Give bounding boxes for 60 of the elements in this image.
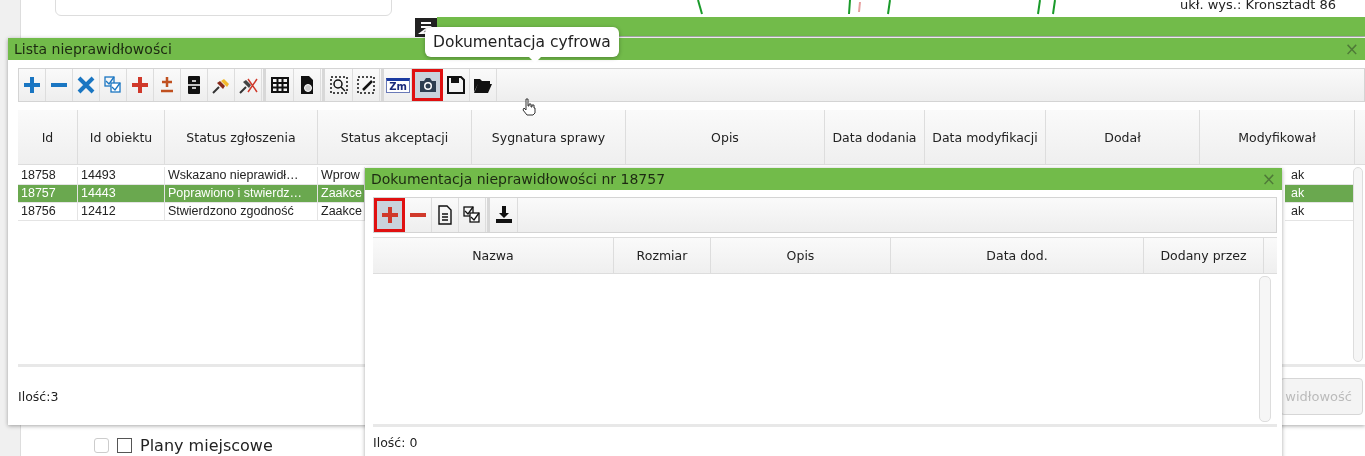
column-header[interactable]: Id <box>18 110 78 164</box>
column-header[interactable]: Modyfikował <box>1200 110 1355 164</box>
table-cell: Stwierdzono zgodność <box>168 204 294 218</box>
tooltip-pointer <box>529 57 541 63</box>
download-icon <box>494 205 514 225</box>
column-header[interactable]: Nazwa <box>373 238 614 273</box>
column-header[interactable]: Data modyfikacji <box>925 110 1046 164</box>
table-cell: 12412 <box>81 204 116 218</box>
table-cell: Poprawiono i stwierdz… <box>168 186 303 200</box>
column-header[interactable]: Id obiektu <box>78 110 165 164</box>
column-header[interactable]: Dodany przez <box>1144 238 1264 273</box>
table-row[interactable]: 18756 12412 Stwierdzono zgodność Zaakce <box>18 203 365 221</box>
record-count: Ilość:3 <box>18 388 59 404</box>
table-cell: Zaakce <box>321 186 362 200</box>
scale-label: ukł. wys.: Kronsztadt 86 <box>1180 0 1336 12</box>
table-cell: 14493 <box>81 168 116 182</box>
table-cell: 18756 <box>21 204 56 218</box>
column-header[interactable]: Rozmiar <box>614 238 711 273</box>
toolbar-button[interactable]: Zm <box>385 69 412 101</box>
table-cell: Wprow <box>321 168 360 182</box>
window-title: Lista nieprawidłowości <box>14 41 172 57</box>
plus-icon <box>22 75 42 95</box>
scrollbar[interactable] <box>1353 167 1363 362</box>
search-field[interactable] <box>55 0 392 16</box>
camera-icon <box>417 75 438 95</box>
checkbox[interactable] <box>117 438 132 453</box>
checklist-icon <box>462 205 482 225</box>
document-icon <box>435 205 455 225</box>
table-cell: Zaakce <box>321 204 362 218</box>
table-cell: 18758 <box>21 168 56 182</box>
table-cell: 14443 <box>81 186 116 200</box>
table-cell: Wskazano nieprawidł… <box>168 168 299 182</box>
column-header[interactable]: Status zgłoszenia <box>165 110 318 164</box>
cross-icon <box>76 75 96 95</box>
column-header[interactable]: Status akceptacji <box>318 110 472 164</box>
edit-selection-icon <box>356 75 376 95</box>
minus-icon <box>409 213 427 217</box>
column-header[interactable]: Opis <box>711 238 891 273</box>
layer-label[interactable]: Plany miejscowe <box>140 436 273 455</box>
plus-icon <box>379 205 400 225</box>
minus-icon <box>50 83 68 87</box>
table-icon <box>270 75 290 95</box>
table-cell: ak <box>1291 186 1305 200</box>
column-header[interactable]: Data dodania <box>825 110 925 164</box>
column-header[interactable]: Dodał <box>1046 110 1200 164</box>
checklist-icon <box>103 75 123 95</box>
zoom-selection-icon <box>329 75 349 95</box>
column-header[interactable]: Opis <box>626 110 825 164</box>
record-count: Ilość: 0 <box>373 434 418 450</box>
table-cell: 18757 <box>21 186 56 200</box>
plus-icon <box>130 75 150 95</box>
toolbar-button[interactable] <box>412 69 443 101</box>
table-cell: ak <box>1291 168 1305 182</box>
scrollbar[interactable] <box>1259 276 1271 422</box>
table-cell: ak <box>1291 204 1305 218</box>
save-icon <box>446 75 466 95</box>
column-header[interactable]: Data dod. <box>891 238 1144 273</box>
dialog-title: Dokumentacja nieprawidłowości nr 18757 <box>371 171 666 187</box>
hand-cursor-icon <box>522 98 536 116</box>
tooltip: Dokumentacja cyfrowa <box>425 27 619 57</box>
